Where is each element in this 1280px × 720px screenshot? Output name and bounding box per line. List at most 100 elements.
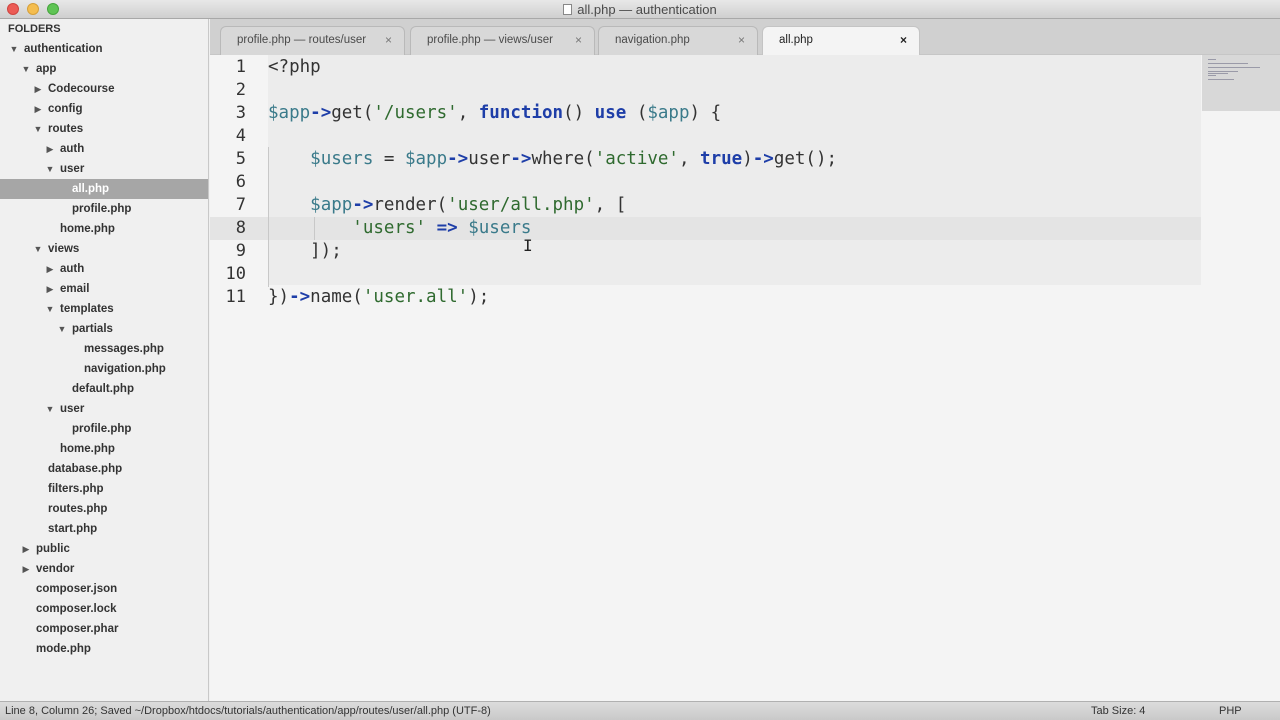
code-token: render(: [373, 195, 448, 215]
disclosure-open-icon[interactable]: ▼: [56, 319, 68, 339]
disclosure-open-icon[interactable]: ▼: [8, 39, 20, 59]
sidebar-item[interactable]: filters.php: [0, 479, 208, 499]
sidebar-item[interactable]: mode.php: [0, 639, 208, 659]
sidebar-item[interactable]: profile.php: [0, 199, 208, 219]
sidebar-item-label: home.php: [60, 443, 115, 455]
sidebar-item[interactable]: routes.php: [0, 499, 208, 519]
tab[interactable]: profile.php — views/user ×: [410, 26, 595, 55]
code-token: 'user/all.php': [447, 195, 595, 215]
code-line[interactable]: 'users' => $users: [268, 218, 531, 238]
code-line[interactable]: $app->get('/users', function() use ($app…: [268, 103, 721, 123]
tab[interactable]: navigation.php ×: [598, 26, 758, 55]
sidebar-item-label: navigation.php: [84, 363, 166, 375]
sidebar-item[interactable]: ▼ views: [0, 239, 208, 259]
tab-size-selector[interactable]: Tab Size: 4: [1091, 705, 1145, 717]
syntax-selector[interactable]: PHP: [1219, 705, 1242, 717]
disclosure-closed-icon[interactable]: ▶: [20, 559, 32, 579]
disclosure-closed-icon[interactable]: ▶: [20, 539, 32, 559]
sidebar-item[interactable]: home.php: [0, 219, 208, 239]
sidebar-item[interactable]: ▶ public: [0, 539, 208, 559]
disclosure-open-icon[interactable]: ▼: [20, 59, 32, 79]
sidebar-item[interactable]: ▶ config: [0, 99, 208, 119]
close-tab-icon[interactable]: ×: [575, 33, 582, 47]
code-token: get();: [773, 149, 838, 169]
code-editor[interactable]: 1 2 3 4 5 6 7 8 9 10 11 <?php $app->get('/users', f…: [210, 55, 1280, 701]
sidebar-item[interactable]: composer.phar: [0, 619, 208, 639]
line-number: 8: [235, 218, 246, 238]
code-block-highlight: [268, 55, 1201, 285]
disclosure-open-icon[interactable]: ▼: [32, 239, 44, 259]
sidebar-item[interactable]: profile.php: [0, 419, 208, 439]
disclosure-closed-icon[interactable]: ▶: [44, 279, 56, 299]
sidebar-item[interactable]: ▼ authentication: [0, 39, 208, 59]
sidebar-item[interactable]: ▼ user: [0, 399, 208, 419]
disclosure-open-icon[interactable]: ▼: [32, 119, 44, 139]
sidebar-item[interactable]: ▶ auth: [0, 139, 208, 159]
disclosure-closed-icon[interactable]: ▶: [32, 79, 44, 99]
sidebar-item-label: user: [60, 163, 85, 175]
sidebar-item-label: Codecourse: [48, 83, 115, 95]
tab[interactable]: profile.php — routes/user ×: [220, 26, 405, 55]
sidebar-item-label: templates: [60, 303, 114, 315]
disclosure-open-icon[interactable]: ▼: [44, 399, 56, 419]
sidebar-item[interactable]: ▶ auth: [0, 259, 208, 279]
code-line[interactable]: })->name('user.all');: [268, 287, 489, 307]
sidebar-item[interactable]: database.php: [0, 459, 208, 479]
code-token: $app: [310, 195, 353, 215]
sidebar-item[interactable]: ▼ user: [0, 159, 208, 179]
sidebar-item-label: default.php: [72, 383, 134, 395]
close-tab-icon[interactable]: ×: [385, 33, 392, 47]
title-bar: all.php — authentication: [0, 0, 1280, 19]
code-token: ->: [289, 287, 311, 307]
close-tab-icon[interactable]: ×: [900, 33, 907, 47]
sidebar: FOLDERS ▼ authentication ▼ app ▶ Codecourse ▶ c…: [0, 19, 209, 701]
code-line[interactable]: <?php: [268, 57, 321, 77]
disclosure-open-icon[interactable]: ▼: [44, 159, 56, 179]
sidebar-item[interactable]: composer.lock: [0, 599, 208, 619]
line-number: 7: [235, 195, 246, 215]
code-token: ) {: [689, 103, 722, 123]
code-line[interactable]: $app->render('user/all.php', [: [268, 195, 626, 215]
code-token: ->: [447, 149, 469, 169]
sidebar-item[interactable]: messages.php: [0, 339, 208, 359]
code-line[interactable]: ]);: [268, 241, 342, 261]
sidebar-item[interactable]: default.php: [0, 379, 208, 399]
minimap[interactable]: [1202, 55, 1280, 111]
sidebar-item[interactable]: ▶ Codecourse: [0, 79, 208, 99]
sidebar-item[interactable]: home.php: [0, 439, 208, 459]
code-token: ,: [678, 149, 701, 169]
close-tab-icon[interactable]: ×: [738, 33, 745, 47]
disclosure-open-icon[interactable]: ▼: [44, 299, 56, 319]
sidebar-item-label: start.php: [48, 523, 98, 535]
sidebar-item[interactable]: ▶ email: [0, 279, 208, 299]
sidebar-item[interactable]: ▼ routes: [0, 119, 208, 139]
tab[interactable]: all.php ×: [762, 26, 920, 55]
code-token: ,: [457, 103, 479, 123]
code-token: ->: [510, 149, 532, 169]
sidebar-item-label: composer.phar: [36, 623, 119, 635]
sidebar-item-label: all.php: [72, 183, 110, 195]
sidebar-item-label: authentication: [24, 43, 103, 55]
sidebar-item[interactable]: ▼ app: [0, 59, 208, 79]
sidebar-item[interactable]: start.php: [0, 519, 208, 539]
sidebar-item[interactable]: ▶ vendor: [0, 559, 208, 579]
code-token: =>: [436, 218, 458, 238]
disclosure-closed-icon[interactable]: ▶: [32, 99, 44, 119]
status-bar: Line 8, Column 26; Saved ~/Dropbox/htdoc…: [0, 701, 1280, 720]
sidebar-item-label: mode.php: [36, 643, 91, 655]
sidebar-item[interactable]: ▼ partials: [0, 319, 208, 339]
line-number: 1: [235, 57, 246, 77]
sidebar-item[interactable]: ▼ templates: [0, 299, 208, 319]
code-token: 'active': [594, 149, 679, 169]
sidebar-item[interactable]: composer.json: [0, 579, 208, 599]
code-token: ->: [310, 103, 332, 123]
sidebar-item[interactable]: navigation.php: [0, 359, 208, 379]
disclosure-closed-icon[interactable]: ▶: [44, 139, 56, 159]
disclosure-closed-icon[interactable]: ▶: [44, 259, 56, 279]
code-line[interactable]: $users = $app->user->where('active', tru…: [268, 149, 837, 169]
sidebar-item[interactable]: all.php: [0, 179, 208, 199]
sidebar-item-label: composer.lock: [36, 603, 117, 615]
sidebar-item-label: profile.php: [72, 423, 132, 435]
code-token: true: [700, 149, 743, 169]
